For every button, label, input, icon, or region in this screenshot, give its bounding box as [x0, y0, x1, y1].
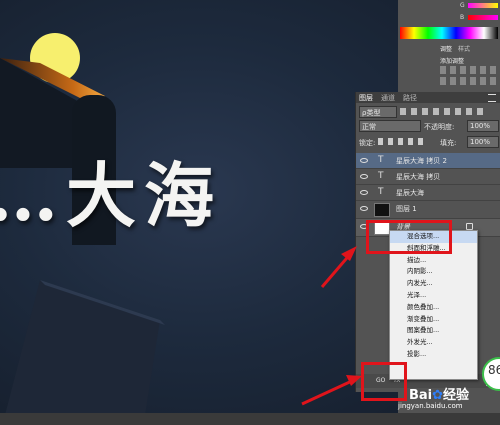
- arrow-annotations: [301, 246, 362, 406]
- bottom-bar: [0, 413, 500, 425]
- score-badge-text: 86: [488, 363, 500, 377]
- arrow-2-icon: [301, 375, 362, 406]
- watermark-brand: Bai✿经验: [409, 384, 469, 403]
- paw-icon: ✿: [432, 388, 444, 403]
- arrow-1-icon: [320, 246, 357, 288]
- watermark-brand-text: Bai: [409, 388, 433, 403]
- watermark-url: jingyan.baidu.com: [398, 402, 463, 410]
- watermark-brand2-text: 经验: [443, 388, 470, 403]
